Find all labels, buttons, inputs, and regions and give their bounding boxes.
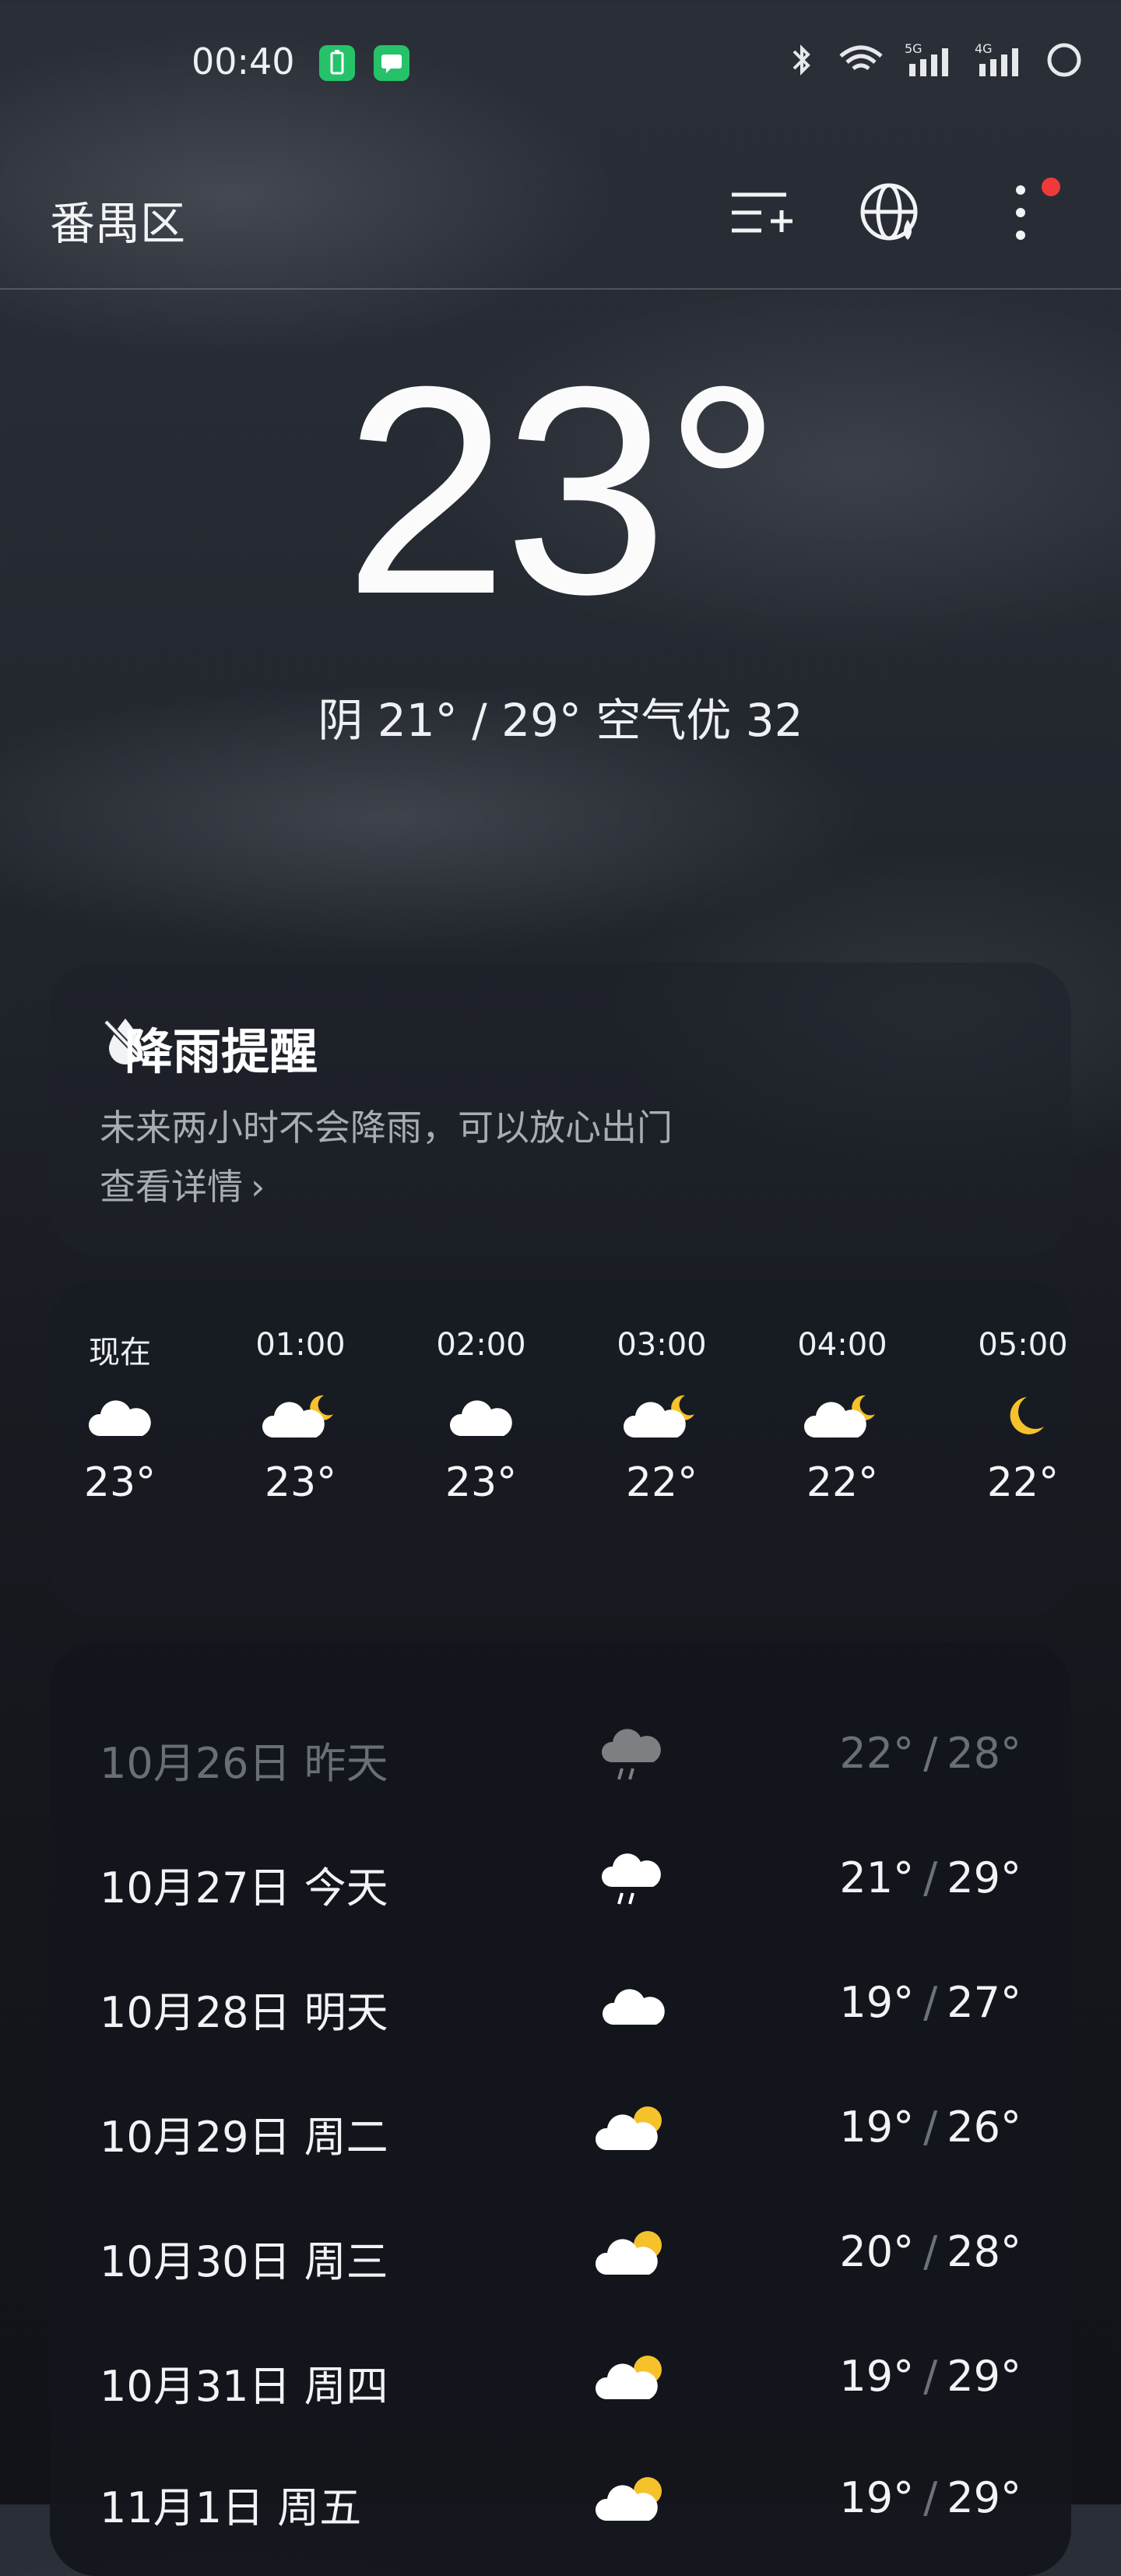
cloud-sun-icon [579, 2465, 688, 2536]
day-row[interactable]: 10月27日 今天 21°/29° [50, 1846, 1071, 1916]
cloud-icon [579, 1970, 688, 2040]
hour-item: 01:00 23° [230, 1327, 371, 1506]
status-time: 00:40 [192, 40, 295, 83]
day-row[interactable]: 10月31日 周四 19°/29° [50, 2344, 1071, 2414]
status-icons: 5G 4G [786, 40, 1084, 79]
battery-ring-icon [1047, 43, 1081, 77]
rain-alert-title: 降雨提醒 [125, 1023, 318, 1080]
temp-range: 19°/26° [839, 2103, 1021, 2152]
bluetooth-icon [792, 44, 810, 76]
rain-icon [579, 1721, 688, 1791]
temp-range: 19°/29° [839, 2473, 1021, 2522]
hour-item: 现在 23° [50, 1327, 190, 1506]
signal-4g-icon: 4G [975, 41, 1018, 76]
rain-details-label: 查看详情 [100, 1166, 243, 1208]
cloud-icon [411, 1374, 551, 1459]
cloud-icon [50, 1374, 190, 1459]
rain-alert-message: 未来两小时不会降雨，可以放心出门 [100, 1107, 673, 1149]
header-divider [0, 288, 1121, 290]
wifi-icon [839, 45, 883, 71]
cloud-sun-icon [579, 2219, 688, 2289]
city-name[interactable]: 番禺区 [50, 187, 185, 252]
day-row[interactable]: 10月30日 周三 20°/28° [50, 2219, 1071, 2289]
battery-saver-icon [319, 45, 355, 81]
global-weather-icon[interactable] [856, 178, 926, 248]
current-temperature: 23° [343, 325, 782, 656]
day-row[interactable]: 10月29日 周二 19°/26° [50, 2095, 1071, 2165]
message-icon [374, 45, 409, 81]
moon-icon [953, 1374, 1071, 1459]
cloud-moon-icon [772, 1374, 912, 1459]
rain-details-link[interactable]: 查看详情 › [100, 1159, 265, 1210]
temp-range: 20°/28° [839, 2227, 1021, 2276]
temp-range: 21°/29° [839, 1853, 1021, 1902]
svg-text:4G: 4G [975, 41, 993, 56]
chevron-right-icon: › [251, 1166, 265, 1208]
cloud-moon-icon [230, 1374, 371, 1459]
notification-dot [1042, 178, 1060, 196]
day-row[interactable]: 10月28日 明天 19°/27° [50, 1970, 1071, 2040]
day-row[interactable]: 11月1日 周五 19°/29° [50, 2465, 1071, 2536]
temp-range: 22°/28° [839, 1729, 1021, 1778]
temp-range: 19°/29° [839, 2352, 1021, 2401]
cloud-sun-icon [579, 2344, 688, 2414]
hour-item: 04:00 22° [772, 1327, 912, 1506]
hourly-forecast-card[interactable]: 现在 23° 01:00 23° 02:00 23° 03:00 22° 04:… [50, 1280, 1071, 1617]
cloud-moon-icon [592, 1374, 732, 1459]
rain-icon [579, 1846, 688, 1916]
signal-5g-icon: 5G [905, 41, 948, 76]
weather-summary[interactable]: 阴 21° / 29° 空气优 32 [0, 684, 1121, 749]
hour-item: 05:00 22° [953, 1327, 1071, 1506]
svg-text:5G: 5G [905, 41, 922, 56]
hour-item: 02:00 23° [411, 1327, 551, 1506]
cloud-sun-icon [579, 2095, 688, 2165]
day-row[interactable]: 10月26日 昨天 22°/28° [50, 1721, 1071, 1791]
hour-item: 03:00 22° [592, 1327, 732, 1506]
add-city-icon[interactable] [726, 178, 796, 248]
temp-range: 19°/27° [839, 1978, 1021, 2027]
